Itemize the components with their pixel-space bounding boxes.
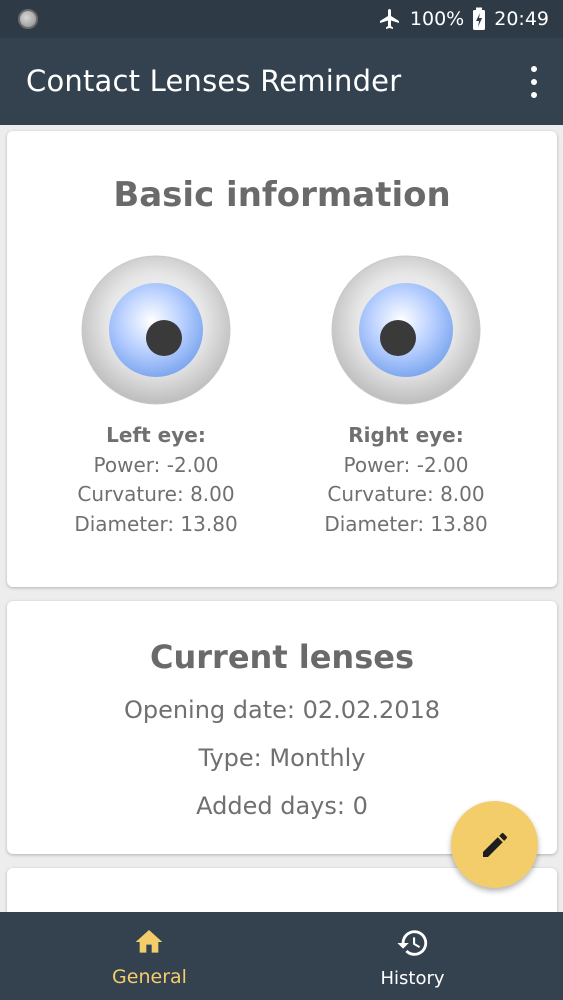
right-eye-label: Right eye: xyxy=(348,423,464,447)
right-eye-diameter: Diameter: 13.80 xyxy=(324,511,488,536)
left-eye-curvature: Curvature: 8.00 xyxy=(77,482,235,506)
nav-general[interactable]: General xyxy=(9,912,290,1000)
airplane-mode-icon xyxy=(379,9,399,29)
right-eye-info: Right eye: Power: -2.00 Curvature: 8.00 … xyxy=(286,421,526,539)
home-icon xyxy=(135,930,163,953)
basic-info-card: Basic information Left eye: Power: -2.00… xyxy=(7,131,557,587)
basic-info-title: Basic information xyxy=(113,175,451,215)
battery-percent: 100% xyxy=(409,8,465,30)
edit-pencil-icon xyxy=(482,832,507,857)
left-eye-info: Left eye: Power: -2.00 Curvature: 8.00 D… xyxy=(36,421,276,539)
current-lenses-title: Current lenses xyxy=(150,638,414,676)
bottom-navigation: General History xyxy=(0,912,563,1000)
app-bar: Contact Lenses Reminder xyxy=(0,38,563,125)
lens-type: Type: Monthly xyxy=(198,744,366,772)
right-eye-curvature: Curvature: 8.00 xyxy=(327,482,485,506)
status-icons: 100% 20:49 xyxy=(378,0,549,38)
history-icon xyxy=(397,930,428,956)
right-eye-power: Power: -2.00 xyxy=(343,452,469,477)
clock: 20:49 xyxy=(494,8,549,30)
nav-history[interactable]: History xyxy=(272,912,553,1000)
nav-general-label: General xyxy=(112,966,187,988)
left-eye-icon xyxy=(81,255,231,405)
app-title: Contact Lenses Reminder xyxy=(26,64,402,98)
edit-button[interactable] xyxy=(451,801,538,888)
battery-charging-icon xyxy=(473,7,486,30)
opening-date: Opening date: 02.02.2018 xyxy=(123,696,441,724)
left-eye-power: Power: -2.00 xyxy=(93,452,219,477)
more-vert-icon[interactable] xyxy=(525,66,543,98)
left-eye-diameter: Diameter: 13.80 xyxy=(74,511,238,536)
notification-dot-icon xyxy=(18,9,38,29)
status-bar: 100% 20:49 xyxy=(0,0,563,38)
nav-history-label: History xyxy=(380,968,445,989)
left-eye-label: Left eye: xyxy=(106,423,206,447)
right-eye-icon xyxy=(331,255,481,405)
